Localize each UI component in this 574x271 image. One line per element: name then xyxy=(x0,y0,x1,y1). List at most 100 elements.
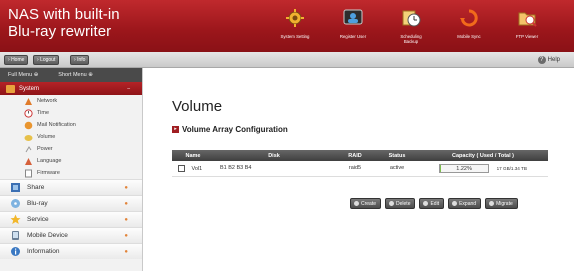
sidebar-item-firmware[interactable]: Firmware xyxy=(0,167,142,179)
bullet-icon xyxy=(423,201,429,206)
nav-label: System Setting xyxy=(280,34,310,39)
row-checkbox[interactable] xyxy=(178,164,185,172)
sidebar-category-mobile-device[interactable]: Mobile Device ● xyxy=(0,227,142,243)
sidebar-item-power[interactable]: Power xyxy=(0,143,142,155)
menu-tabs: Full Menu ⊕ Short Menu ⊕ xyxy=(0,68,142,82)
table-row[interactable]: Vol1 B1 B2 B3 B4 raid5 active 1.22% 17 G… xyxy=(172,161,548,177)
logout-label: Logout xyxy=(40,57,56,63)
app-header: NAS with built-in Blu-ray rewriter Syste… xyxy=(0,0,574,52)
sidebar-category-label: Mobile Device xyxy=(27,232,68,239)
full-menu-tab[interactable]: Full Menu ⊕ xyxy=(8,68,38,82)
sidebar-item-label: Volume xyxy=(37,134,56,140)
capacity-total: 17 GB/1.34 TB xyxy=(496,165,527,171)
ftp-icon xyxy=(515,6,539,30)
power-icon xyxy=(24,145,33,154)
create-label: Create xyxy=(361,200,377,207)
nav-register-user[interactable]: Register User xyxy=(324,2,382,50)
section-subtitle: ▸ Volume Array Configuration xyxy=(172,125,288,134)
sidebar-category-label: Blu-ray xyxy=(27,200,48,207)
col-disk: Disk xyxy=(214,150,334,161)
nav-mobile-sync[interactable]: Mobile Sync xyxy=(440,2,498,50)
nav-ftp-viewer[interactable]: FTP Viewer xyxy=(498,2,556,50)
nav-label: Mobile Sync xyxy=(457,34,481,39)
brand-line-1: NAS with built-in xyxy=(8,6,120,23)
delete-button[interactable]: Delete xyxy=(385,198,416,209)
section-marker-icon: ▸ xyxy=(172,126,179,133)
create-button[interactable]: Create xyxy=(350,198,382,209)
sidebar-item-label: Time xyxy=(37,110,50,116)
migrate-button[interactable]: Migrate xyxy=(485,198,518,209)
star-icon xyxy=(10,214,21,225)
edit-button[interactable]: Edit xyxy=(419,198,445,209)
brand-line-2: Blu-ray rewriter xyxy=(8,23,112,40)
volume-icon xyxy=(24,133,33,142)
sync-icon xyxy=(457,6,481,30)
col-name: Name xyxy=(172,150,214,161)
network-icon xyxy=(24,97,33,106)
page-title: Volume xyxy=(172,98,223,115)
edit-label: Edit xyxy=(430,200,440,207)
system-icon xyxy=(6,84,15,93)
section-subtitle-label: Volume Array Configuration xyxy=(182,125,288,134)
sidebar-item-volume[interactable]: Volume xyxy=(0,131,142,143)
sidebar-item-label: Network xyxy=(37,98,58,104)
info-icon xyxy=(10,246,21,257)
expand-icon: ● xyxy=(124,200,128,207)
info-button[interactable]: › Info xyxy=(70,55,90,65)
sidebar-item-label: Mail Notification xyxy=(37,122,76,128)
full-menu-label: Full Menu xyxy=(8,72,33,78)
home-label: Home xyxy=(11,57,25,63)
expand-label: Expand xyxy=(459,200,477,207)
table-header-row: Name Disk RAID Status Capacity ( Used / … xyxy=(172,150,548,161)
top-nav: System Setting Register User Scheduling … xyxy=(266,2,556,50)
sidebar-category-share[interactable]: Share ● xyxy=(0,179,142,195)
sidebar-item-time[interactable]: Time xyxy=(0,107,142,119)
capacity-percent: 1.22% xyxy=(456,165,472,172)
main-content: Volume ▸ Volume Array Configuration Name… xyxy=(143,68,574,271)
expand-button[interactable]: Expand xyxy=(448,198,482,209)
clock-icon xyxy=(24,108,33,118)
share-icon xyxy=(10,182,21,193)
volume-table: Name Disk RAID Status Capacity ( Used / … xyxy=(172,150,548,177)
sidebar-item-language[interactable]: Language xyxy=(0,155,142,167)
home-button[interactable]: › Home xyxy=(4,55,29,65)
sidebar-category-information[interactable]: Information ● xyxy=(0,243,142,259)
sidebar-category-label: Information xyxy=(27,248,60,255)
short-menu-tab[interactable]: Short Menu ⊕ xyxy=(58,68,93,82)
logout-button[interactable]: › Logout xyxy=(33,55,60,65)
mobile-device-icon xyxy=(10,230,21,241)
expand-icon: ● xyxy=(124,232,128,239)
collapse-icon: – xyxy=(127,85,130,92)
col-capacity: Capacity ( Used / Total ) xyxy=(418,150,548,161)
short-menu-label: Short Menu xyxy=(58,72,87,78)
nav-label: Register User xyxy=(339,34,367,39)
info-label: Info xyxy=(77,57,86,63)
mail-icon xyxy=(24,121,33,130)
nav-scheduling-backup[interactable]: Scheduling Backup xyxy=(382,2,440,50)
sidebar-category-service[interactable]: Service ● xyxy=(0,211,142,227)
language-icon xyxy=(24,157,33,166)
bullet-icon xyxy=(389,201,395,206)
nav-system-setting[interactable]: System Setting xyxy=(266,2,324,50)
firmware-icon xyxy=(24,169,33,178)
col-status: Status xyxy=(376,150,418,161)
help-button[interactable]: ? Help xyxy=(537,55,560,65)
expand-icon: ● xyxy=(124,184,128,191)
brand-title: NAS with built-in Blu-ray rewriter xyxy=(8,6,120,40)
capacity-bar: 1.22% xyxy=(439,163,490,173)
cell-status: active xyxy=(376,161,418,177)
user-icon xyxy=(341,6,365,30)
sidebar: Full Menu ⊕ Short Menu ⊕ System – Networ… xyxy=(0,68,143,271)
volume-actions: Create Delete Edit Expand Migrate xyxy=(350,198,518,209)
plus-icon: ⊕ xyxy=(33,72,39,78)
help-icon: ? xyxy=(537,56,546,64)
cell-disk: B1 B2 B3 B4 xyxy=(214,161,334,177)
plus-icon: ⊕ xyxy=(88,72,93,78)
sidebar-category-blu-ray[interactable]: Blu-ray ● xyxy=(0,195,142,211)
nav-label: Scheduling Backup xyxy=(400,34,422,44)
sidebar-item-network[interactable]: Network xyxy=(0,95,142,107)
delete-label: Delete xyxy=(396,200,411,207)
volume-name: Vol1 xyxy=(191,165,203,172)
sidebar-item-mail-notification[interactable]: Mail Notification xyxy=(0,119,142,131)
sidebar-section-system[interactable]: System – xyxy=(0,82,142,95)
